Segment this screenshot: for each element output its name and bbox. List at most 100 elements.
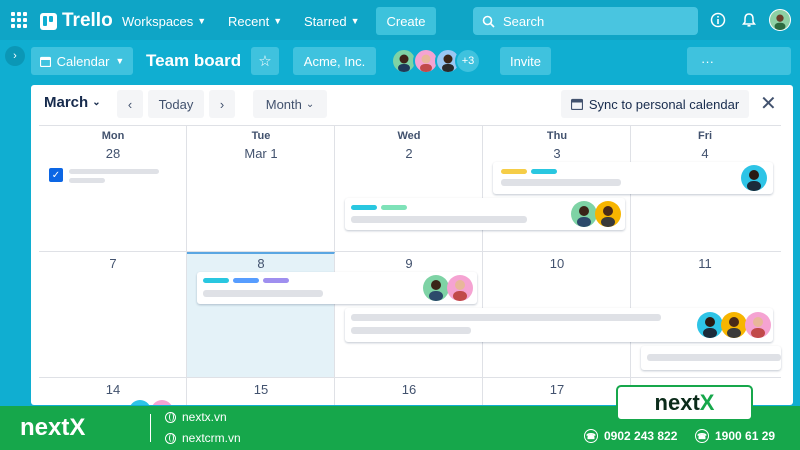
view-mode-selector[interactable]: Month ⌄ <box>253 90 327 118</box>
recent-label: Recent <box>228 13 270 29</box>
day-number: 4 <box>701 146 709 161</box>
day-number: 7 <box>109 256 117 271</box>
day-number: 11 <box>698 256 712 271</box>
footer-site-text: nextx.vn <box>182 410 227 424</box>
more-members-badge[interactable]: +3 <box>455 48 481 74</box>
calendar-day[interactable]: 15 <box>187 378 335 405</box>
nextx-badge-x: X <box>699 390 715 415</box>
card-title-placeholder <box>501 179 621 186</box>
board-menu-button[interactable]: ··· <box>687 47 791 75</box>
hotline-icon: ☎ <box>695 429 709 443</box>
bell-icon[interactable] <box>740 11 758 29</box>
top-navigation: Trello Workspaces ▼ Recent ▼ Starred ▼ C… <box>0 0 800 40</box>
day-number: 8 <box>257 256 265 271</box>
weekday-label: Tue <box>251 130 271 142</box>
create-button[interactable]: Create <box>376 7 436 35</box>
calendar-toolbar: March ⌄ ‹ Today › Month ⌄ Sync to person… <box>31 85 793 125</box>
footer-phone[interactable]: ☎ 1900 61 29 <box>695 429 775 443</box>
phone-icon: ☎ <box>584 429 598 443</box>
recent-menu[interactable]: Recent ▼ <box>228 8 282 34</box>
chevron-down-icon: ⌄ <box>305 98 315 110</box>
user-avatar[interactable] <box>769 9 791 31</box>
card-label-cyan <box>351 205 377 210</box>
weekday-label: Fri <box>697 130 713 142</box>
day-number: 10 <box>549 256 565 271</box>
starred-menu[interactable]: Starred ▼ <box>304 8 360 34</box>
checkbox-checked-icon[interactable]: ✓ <box>49 168 63 182</box>
card-label-green <box>381 205 407 210</box>
board-members[interactable]: +3 <box>391 48 489 74</box>
footer-site-text: nextcrm.vn <box>182 431 241 445</box>
card-title-placeholder <box>351 216 527 223</box>
previous-month-button[interactable]: ‹ <box>117 90 143 118</box>
expand-sidebar-icon[interactable]: › <box>5 46 25 66</box>
calendar-day[interactable]: Tue Mar 1 <box>187 126 335 252</box>
search-input[interactable]: Search <box>473 7 698 35</box>
calendar-card[interactable] <box>345 308 773 342</box>
sync-label: Sync to personal calendar <box>588 96 740 112</box>
calendar-panel: March ⌄ ‹ Today › Month ⌄ Sync to person… <box>31 85 793 405</box>
close-icon[interactable]: ✕ <box>760 91 777 116</box>
card-label-cyan <box>531 169 557 174</box>
calendar-card[interactable] <box>493 162 773 194</box>
day-number: 9 <box>405 256 413 271</box>
card-member-avatar <box>721 312 747 338</box>
calendar-card[interactable] <box>197 272 477 304</box>
footer-phone[interactable]: ☎ 0902 243 822 <box>584 429 677 443</box>
chevron-down-icon: ▼ <box>273 16 283 26</box>
day-number: 17 <box>549 382 565 397</box>
weekday-label: Thu <box>546 130 568 142</box>
next-month-button[interactable]: › <box>209 90 235 118</box>
star-icon: ☆ <box>258 53 272 70</box>
card-member-avatar <box>697 312 723 338</box>
card-title-placeholder <box>69 169 159 174</box>
calendar-day[interactable]: 17 <box>483 378 631 405</box>
card-label-purple <box>263 278 289 283</box>
card-title-placeholder <box>351 314 661 321</box>
workspaces-label: Workspaces <box>122 13 194 29</box>
info-icon[interactable] <box>709 11 727 29</box>
app-switcher-icon[interactable] <box>11 12 27 28</box>
chevron-down-icon: ▼ <box>115 56 125 66</box>
invite-button[interactable]: Invite <box>500 47 551 75</box>
board-title[interactable]: Team board <box>146 51 241 71</box>
card-label-cyan <box>203 278 229 283</box>
trello-logo[interactable]: Trello <box>40 10 113 32</box>
card-title-placeholder <box>203 290 323 297</box>
card-title-placeholder <box>351 327 471 334</box>
workspaces-menu[interactable]: Workspaces ▼ <box>122 8 206 34</box>
view-switcher-button[interactable]: Calendar ▼ <box>31 47 133 75</box>
calendar-card[interactable] <box>641 346 781 370</box>
footer-brand: nextX <box>20 414 86 441</box>
footer-site-link[interactable]: nextx.vn <box>165 410 227 424</box>
workspace-button[interactable]: Acme, Inc. <box>293 47 376 75</box>
footer-site-link[interactable]: nextcrm.vn <box>165 431 241 445</box>
day-number: 3 <box>553 146 561 161</box>
chevron-right-icon: › <box>219 96 225 112</box>
search-placeholder: Search <box>503 13 545 29</box>
calendar-day-today[interactable]: 8 <box>187 252 335 378</box>
weekday-label: Mon <box>101 130 125 142</box>
calendar-day[interactable]: 16 <box>335 378 483 405</box>
day-number: 28 <box>105 146 121 161</box>
day-number: 16 <box>401 382 417 397</box>
calendar-day[interactable]: 7 <box>39 252 187 378</box>
card-member-avatar <box>571 201 597 227</box>
star-board-button[interactable]: ☆ <box>251 47 279 75</box>
sync-calendar-button[interactable]: Sync to personal calendar <box>561 90 749 118</box>
nextx-badge-text: next <box>654 390 700 415</box>
globe-icon <box>165 411 176 423</box>
calendar-icon <box>39 56 51 67</box>
nextx-badge: next X <box>616 385 753 421</box>
calendar-card[interactable]: ✓ <box>45 164 179 190</box>
card-title-placeholder <box>647 354 781 361</box>
card-member-avatar <box>595 201 621 227</box>
starred-label: Starred <box>304 13 347 29</box>
card-member-avatar <box>741 165 767 191</box>
calendar-card[interactable] <box>345 198 625 230</box>
calendar-day[interactable]: Wed 2 <box>335 126 483 252</box>
today-button[interactable]: Today <box>148 90 204 118</box>
card-member-avatar <box>745 312 771 338</box>
month-selector[interactable]: March ⌄ <box>44 94 101 111</box>
view-switcher-label: Calendar <box>56 53 110 69</box>
